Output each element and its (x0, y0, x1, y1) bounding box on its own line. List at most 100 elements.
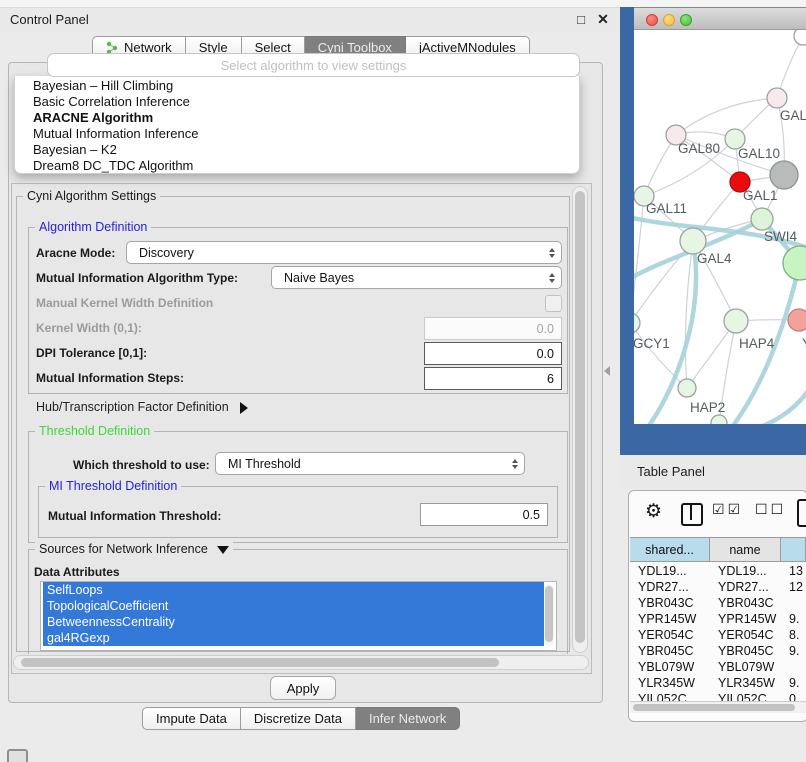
table-cell: 8. (781, 627, 806, 643)
network-node[interactable] (788, 309, 806, 331)
column-header-name[interactable]: name (710, 538, 781, 561)
hub-definition-label: Hub/Transcription Factor Definition (36, 400, 229, 414)
column-header-partial[interactable] (781, 538, 806, 561)
attribute-item-selfloops[interactable]: SelfLoops (43, 582, 544, 598)
network-node[interactable] (711, 415, 727, 424)
table-cell: YBR045C (710, 643, 781, 659)
collapse-down-icon[interactable] (217, 546, 229, 554)
algorithm-option-aracne-algorithm[interactable]: ARACNE Algorithm (15, 110, 579, 126)
kernel-width-label: Kernel Width (0,1): (36, 321, 142, 335)
mi-threshold-value: 0.5 (523, 508, 540, 522)
checked-checkbox-pair-icon[interactable]: ☑☑ (712, 501, 743, 518)
network-window-titlebar[interactable] (634, 7, 806, 30)
screenshot-root: Control Panel □ ✕ NetworkStyleSelectCyni… (0, 0, 806, 762)
table-cell: YLR345W (710, 675, 781, 691)
data-attributes-label: Data Attributes (34, 565, 120, 579)
minimize-traffic-light-icon[interactable] (663, 14, 675, 26)
node-label: GAL (780, 108, 806, 123)
dpi-tolerance-value: 0.0 (537, 347, 554, 361)
table-row[interactable]: YIL052CYIL052C0 (630, 691, 806, 701)
tab-discretize-data[interactable]: Discretize Data (241, 707, 356, 730)
network-node[interactable] (794, 30, 806, 45)
settings-vertical-scrollbar[interactable] (572, 186, 588, 653)
algorithm-option-basic-correlation-inference[interactable]: Basic Correlation Inference (15, 94, 579, 110)
mi-steps-field[interactable]: 6 (424, 367, 562, 390)
table-row[interactable]: YBR045CYBR045C9. (630, 643, 806, 659)
attribute-item-gal4rgexp[interactable]: gal4RGexp (43, 630, 544, 646)
mi-threshold-field[interactable]: 0.5 (420, 503, 548, 526)
tab-label: Infer Network (369, 711, 446, 726)
network-node[interactable] (634, 313, 640, 333)
gear-icon[interactable]: ⚙ (645, 500, 662, 523)
float-window-icon[interactable]: □ (570, 8, 592, 31)
collapsed-panel-stub-icon[interactable] (7, 749, 28, 762)
table-cell: 9. (781, 611, 806, 627)
partial-toolbar-icon[interactable] (797, 499, 806, 527)
table-row[interactable]: YDL19...YDL19...13 (630, 563, 806, 579)
control-panel-title: Control Panel (10, 12, 89, 27)
table-cell: YLR345W (630, 675, 710, 691)
network-canvas[interactable]: GALGAL80GAL10GAL1GAL11SWI4GAL4GCY1HAP4YH… (634, 30, 806, 424)
mi-type-label: Mutual Information Algorithm Type: (36, 271, 238, 285)
tab-impute-data[interactable]: Impute Data (142, 707, 241, 730)
table-row[interactable]: YBL079WYBL079W (630, 659, 806, 675)
close-traffic-light-icon[interactable] (646, 14, 658, 26)
apply-button[interactable]: Apply (270, 676, 336, 700)
table-row[interactable]: YDR27...YDR27...12 (630, 579, 806, 595)
table-cell: YBR043C (710, 595, 781, 611)
table-cell: YDR27... (710, 579, 781, 595)
mi-type-combobox[interactable]: Naive Bayes (271, 266, 562, 289)
table-row[interactable]: YLR345WYLR345W9. (630, 675, 806, 691)
table-row[interactable]: YBR043CYBR043C (630, 595, 806, 611)
close-icon[interactable]: ✕ (592, 8, 614, 31)
table-cell: YBR045C (630, 643, 710, 659)
attributes-scrollbar[interactable] (544, 584, 554, 646)
algorithm-option-mutual-information-inference[interactable]: Mutual Information Inference (15, 126, 579, 142)
which-threshold-value: MI Threshold (228, 457, 512, 471)
network-node[interactable] (783, 246, 806, 280)
tab-infer-network[interactable]: Infer Network (356, 707, 460, 730)
table-cell: YER054C (630, 627, 710, 643)
dpi-tolerance-field[interactable]: 0.0 (424, 342, 562, 365)
table-cell: YIL052C (710, 691, 781, 701)
expand-right-icon (240, 402, 248, 414)
algorithm-option-bayesian-k2[interactable]: Bayesian – K2 (15, 142, 579, 158)
network-node[interactable] (678, 379, 696, 397)
dpi-tolerance-label: DPI Tolerance [0,1]: (36, 346, 147, 360)
aracne-mode-label: Aracne Mode: (36, 246, 115, 260)
network-node[interactable] (751, 208, 773, 230)
algorithm-dropdown-list: Bayesian – Hill ClimbingBasic Correlatio… (14, 76, 580, 174)
column-header-shared[interactable]: shared... (630, 538, 710, 561)
data-attributes-list[interactable]: SelfLoopsTopologicalCoefficientBetweenne… (40, 581, 557, 651)
manual-kernel-checkbox[interactable] (545, 295, 562, 312)
settings-horizontal-scrollbar[interactable] (13, 655, 589, 670)
node-label: GAL1 (743, 188, 778, 203)
table-row[interactable]: YPR145WYPR145W9. (630, 611, 806, 627)
panel-divider-arrow[interactable] (604, 366, 610, 376)
algorithm-option-dream8-dc-tdc-algorithm[interactable]: Dream8 DC_TDC Algorithm (15, 158, 579, 174)
node-label: GAL11 (646, 201, 687, 216)
network-node[interactable] (770, 161, 798, 189)
aracne-mode-combobox[interactable]: Discovery (126, 241, 562, 264)
unchecked-checkbox-pair-icon[interactable]: ☐☐ (755, 501, 786, 518)
attribute-item-topologicalcoefficient[interactable]: TopologicalCoefficient (43, 598, 544, 614)
attribute-item-betweennesscentrality[interactable]: BetweennessCentrality (43, 614, 544, 630)
aracne-mode-value: Discovery (139, 246, 549, 260)
network-node[interactable] (767, 88, 787, 108)
table-row[interactable]: YER054CYER054C8. (630, 627, 806, 643)
which-threshold-combobox[interactable]: MI Threshold (215, 452, 525, 475)
node-label: GCY1 (634, 336, 670, 351)
algorithm-option-bayesian-hill-climbing[interactable]: Bayesian – Hill Climbing (15, 78, 579, 94)
split-view-icon[interactable] (681, 503, 703, 526)
table-horizontal-scrollbar[interactable] (630, 701, 806, 713)
network-node[interactable] (724, 309, 748, 333)
table-panel-title: Table Panel (637, 464, 705, 479)
node-label: GAL4 (697, 251, 732, 266)
hub-definition-expander[interactable]: Hub/Transcription Factor Definition (36, 400, 248, 414)
sources-title: Sources for Network Inference (35, 542, 233, 556)
table-body[interactable]: YDL19...YDL19...13YDR27...YDR27...12YBR0… (630, 563, 806, 701)
zoom-traffic-light-icon[interactable] (680, 14, 692, 26)
table-cell: YER054C (710, 627, 781, 643)
algorithm-select-combobox[interactable]: Select algorithm to view settings (47, 53, 580, 77)
control-panel-titlebar: Control Panel □ ✕ (0, 8, 620, 31)
